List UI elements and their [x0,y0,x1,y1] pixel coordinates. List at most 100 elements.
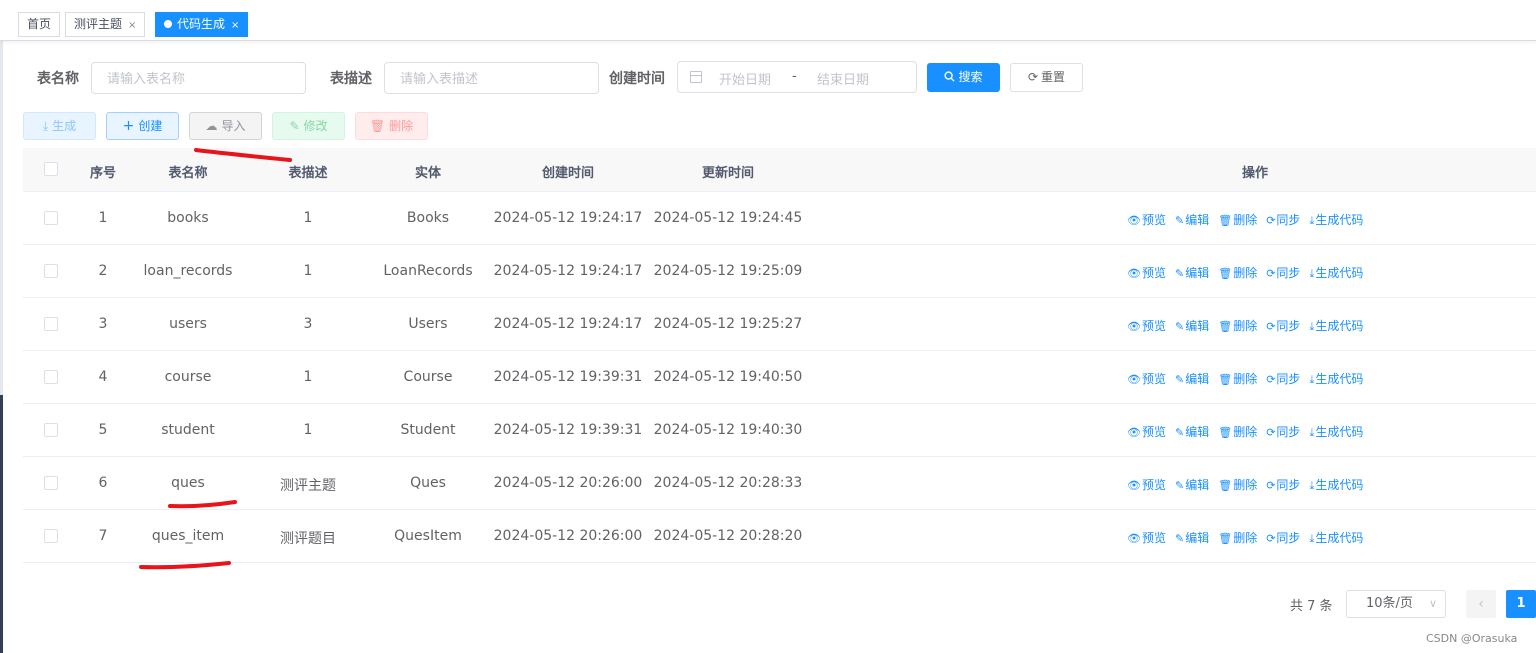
tag-close-icon[interactable]: × [231,20,239,31]
row-edit-label: 编辑 [1185,266,1210,280]
row-generate-code-link[interactable]: ⤓生成代码 [1309,264,1363,281]
row-delete-link[interactable]: 🗑删除 [1218,476,1257,493]
select-all-checkbox[interactable] [44,162,58,176]
row-checkbox[interactable] [44,529,58,543]
row-generate-code-link[interactable]: ⤓生成代码 [1309,317,1363,334]
row-generate-code-link[interactable]: ⤓生成代码 [1309,529,1363,546]
delete-icon: 🗑 [1218,426,1233,439]
row-edit-label: 编辑 [1185,531,1210,545]
end-date-placeholder[interactable]: 结束日期 [817,69,869,88]
row-delete-link[interactable]: 🗑删除 [1218,529,1257,546]
delete-icon: 🗑 [1218,532,1233,545]
sidebar-edge-dark [0,395,3,653]
tag-eval-topic-label: 测评主题 [74,17,123,31]
row-edit-link[interactable]: ✎编辑 [1175,476,1209,493]
row-actions: 👁预览 ✎编辑 🗑删除 ⟳同步 ⤓生成代码 [1127,476,1372,493]
row-preview-link[interactable]: 👁预览 [1127,529,1166,546]
row-delete-link[interactable]: 🗑删除 [1218,211,1257,228]
delete-button-label: 删除 [389,119,414,133]
row-checkbox[interactable] [44,264,58,278]
tag-home-label: 首页 [27,17,52,31]
row-delete-link[interactable]: 🗑删除 [1218,423,1257,440]
date-range-picker[interactable]: 开始日期 - 结束日期 [677,61,917,93]
generate-button-label: 生成 [52,119,77,133]
row-preview-link[interactable]: 👁预览 [1127,317,1166,334]
row-delete-link[interactable]: 🗑删除 [1218,370,1257,387]
page-size-value: 10条/页 [1366,596,1413,611]
cell-name: users [169,316,207,332]
tag-code-gen[interactable]: 代码生成 × [155,12,249,37]
tag-home[interactable]: 首页 [18,12,61,37]
row-sync-link[interactable]: ⟳同步 [1266,264,1300,281]
row-preview-label: 预览 [1141,213,1166,227]
reset-button[interactable]: ⟳ 重置 [1010,63,1083,92]
table-desc-input[interactable] [384,62,599,94]
page-size-select[interactable]: 10条/页 ∨ [1346,590,1446,618]
row-generate-code-link[interactable]: ⤓生成代码 [1309,370,1363,387]
row-delete-link[interactable]: 🗑删除 [1218,264,1257,281]
cell-created: 2024-05-12 19:39:31 [493,422,643,438]
sync-icon: ⟳ [1266,373,1276,386]
row-generate-code-link[interactable]: ⤓生成代码 [1309,423,1363,440]
row-edit-link[interactable]: ✎编辑 [1175,264,1209,281]
create-button[interactable]: + 创建 [106,112,179,140]
start-date-placeholder[interactable]: 开始日期 [719,69,771,88]
row-edit-link[interactable]: ✎编辑 [1175,529,1209,546]
row-sync-label: 同步 [1276,213,1301,227]
row-preview-link[interactable]: 👁预览 [1127,423,1166,440]
row-edit-link[interactable]: ✎编辑 [1175,423,1209,440]
table-row: 6 ques 测评主题 Ques 2024-05-12 20:26:00 2024-05-… [23,457,1536,510]
row-sync-link[interactable]: ⟳同步 [1266,529,1300,546]
row-preview-link[interactable]: 👁预览 [1127,370,1166,387]
row-edit-link[interactable]: ✎编辑 [1175,317,1209,334]
preview-icon: 👁 [1127,373,1141,386]
row-generate-code-label: 生成代码 [1315,213,1364,227]
row-sync-link[interactable]: ⟳同步 [1266,317,1300,334]
col-index: 序号 [89,166,117,181]
row-checkbox[interactable] [44,317,58,331]
row-edit-label: 编辑 [1185,478,1210,492]
pencil-icon: ✎ [289,119,300,133]
row-edit-link[interactable]: ✎编辑 [1175,370,1209,387]
row-sync-link[interactable]: ⟳同步 [1266,476,1300,493]
row-generate-code-label: 生成代码 [1315,425,1364,439]
generate-button[interactable]: ⤓ 生成 [23,112,96,140]
row-sync-link[interactable]: ⟳同步 [1266,370,1300,387]
row-preview-link[interactable]: 👁预览 [1127,264,1166,281]
row-sync-label: 同步 [1276,266,1301,280]
row-preview-link[interactable]: 👁预览 [1127,211,1166,228]
row-generate-code-link[interactable]: ⤓生成代码 [1309,211,1363,228]
table-row: 2 loan_records 1 LoanRecords 2024-05-12 19:2… [23,245,1536,298]
tag-close-icon[interactable]: × [128,20,136,31]
row-generate-code-link[interactable]: ⤓生成代码 [1309,476,1363,493]
edit-button[interactable]: ✎ 修改 [272,112,345,140]
col-created: 创建时间 [541,166,595,181]
row-sync-link[interactable]: ⟳同步 [1266,211,1300,228]
row-sync-link[interactable]: ⟳同步 [1266,423,1300,440]
tag-eval-topic[interactable]: 测评主题 × [65,12,146,37]
search-button[interactable]: 搜索 [927,63,1000,92]
row-edit-link[interactable]: ✎编辑 [1175,211,1209,228]
cell-entity: Books [406,210,450,226]
col-name: 表名称 [168,166,208,181]
row-delete-label: 删除 [1233,213,1258,227]
cell-entity: Ques [410,475,446,491]
row-checkbox[interactable] [44,211,58,225]
table-name-input[interactable] [91,62,306,94]
row-checkbox[interactable] [44,423,58,437]
row-preview-label: 预览 [1141,425,1166,439]
edit-icon: ✎ [1174,267,1185,280]
row-delete-link[interactable]: 🗑删除 [1218,317,1257,334]
delete-button[interactable]: 🗑 删除 [355,112,428,140]
row-preview-link[interactable]: 👁预览 [1127,476,1166,493]
sync-icon: ⟳ [1266,479,1276,492]
import-button[interactable]: ☁ 导入 [189,112,262,140]
page-number-button[interactable]: 1 [1506,590,1536,618]
prev-page-button[interactable]: ‹ [1466,590,1496,618]
row-checkbox[interactable] [44,370,58,384]
row-delete-label: 删除 [1233,425,1258,439]
cell-updated: 2024-05-12 20:28:20 [653,528,803,544]
cell-created: 2024-05-12 19:24:17 [493,210,643,226]
cell-index: 2 [98,263,108,279]
row-checkbox[interactable] [44,476,58,490]
